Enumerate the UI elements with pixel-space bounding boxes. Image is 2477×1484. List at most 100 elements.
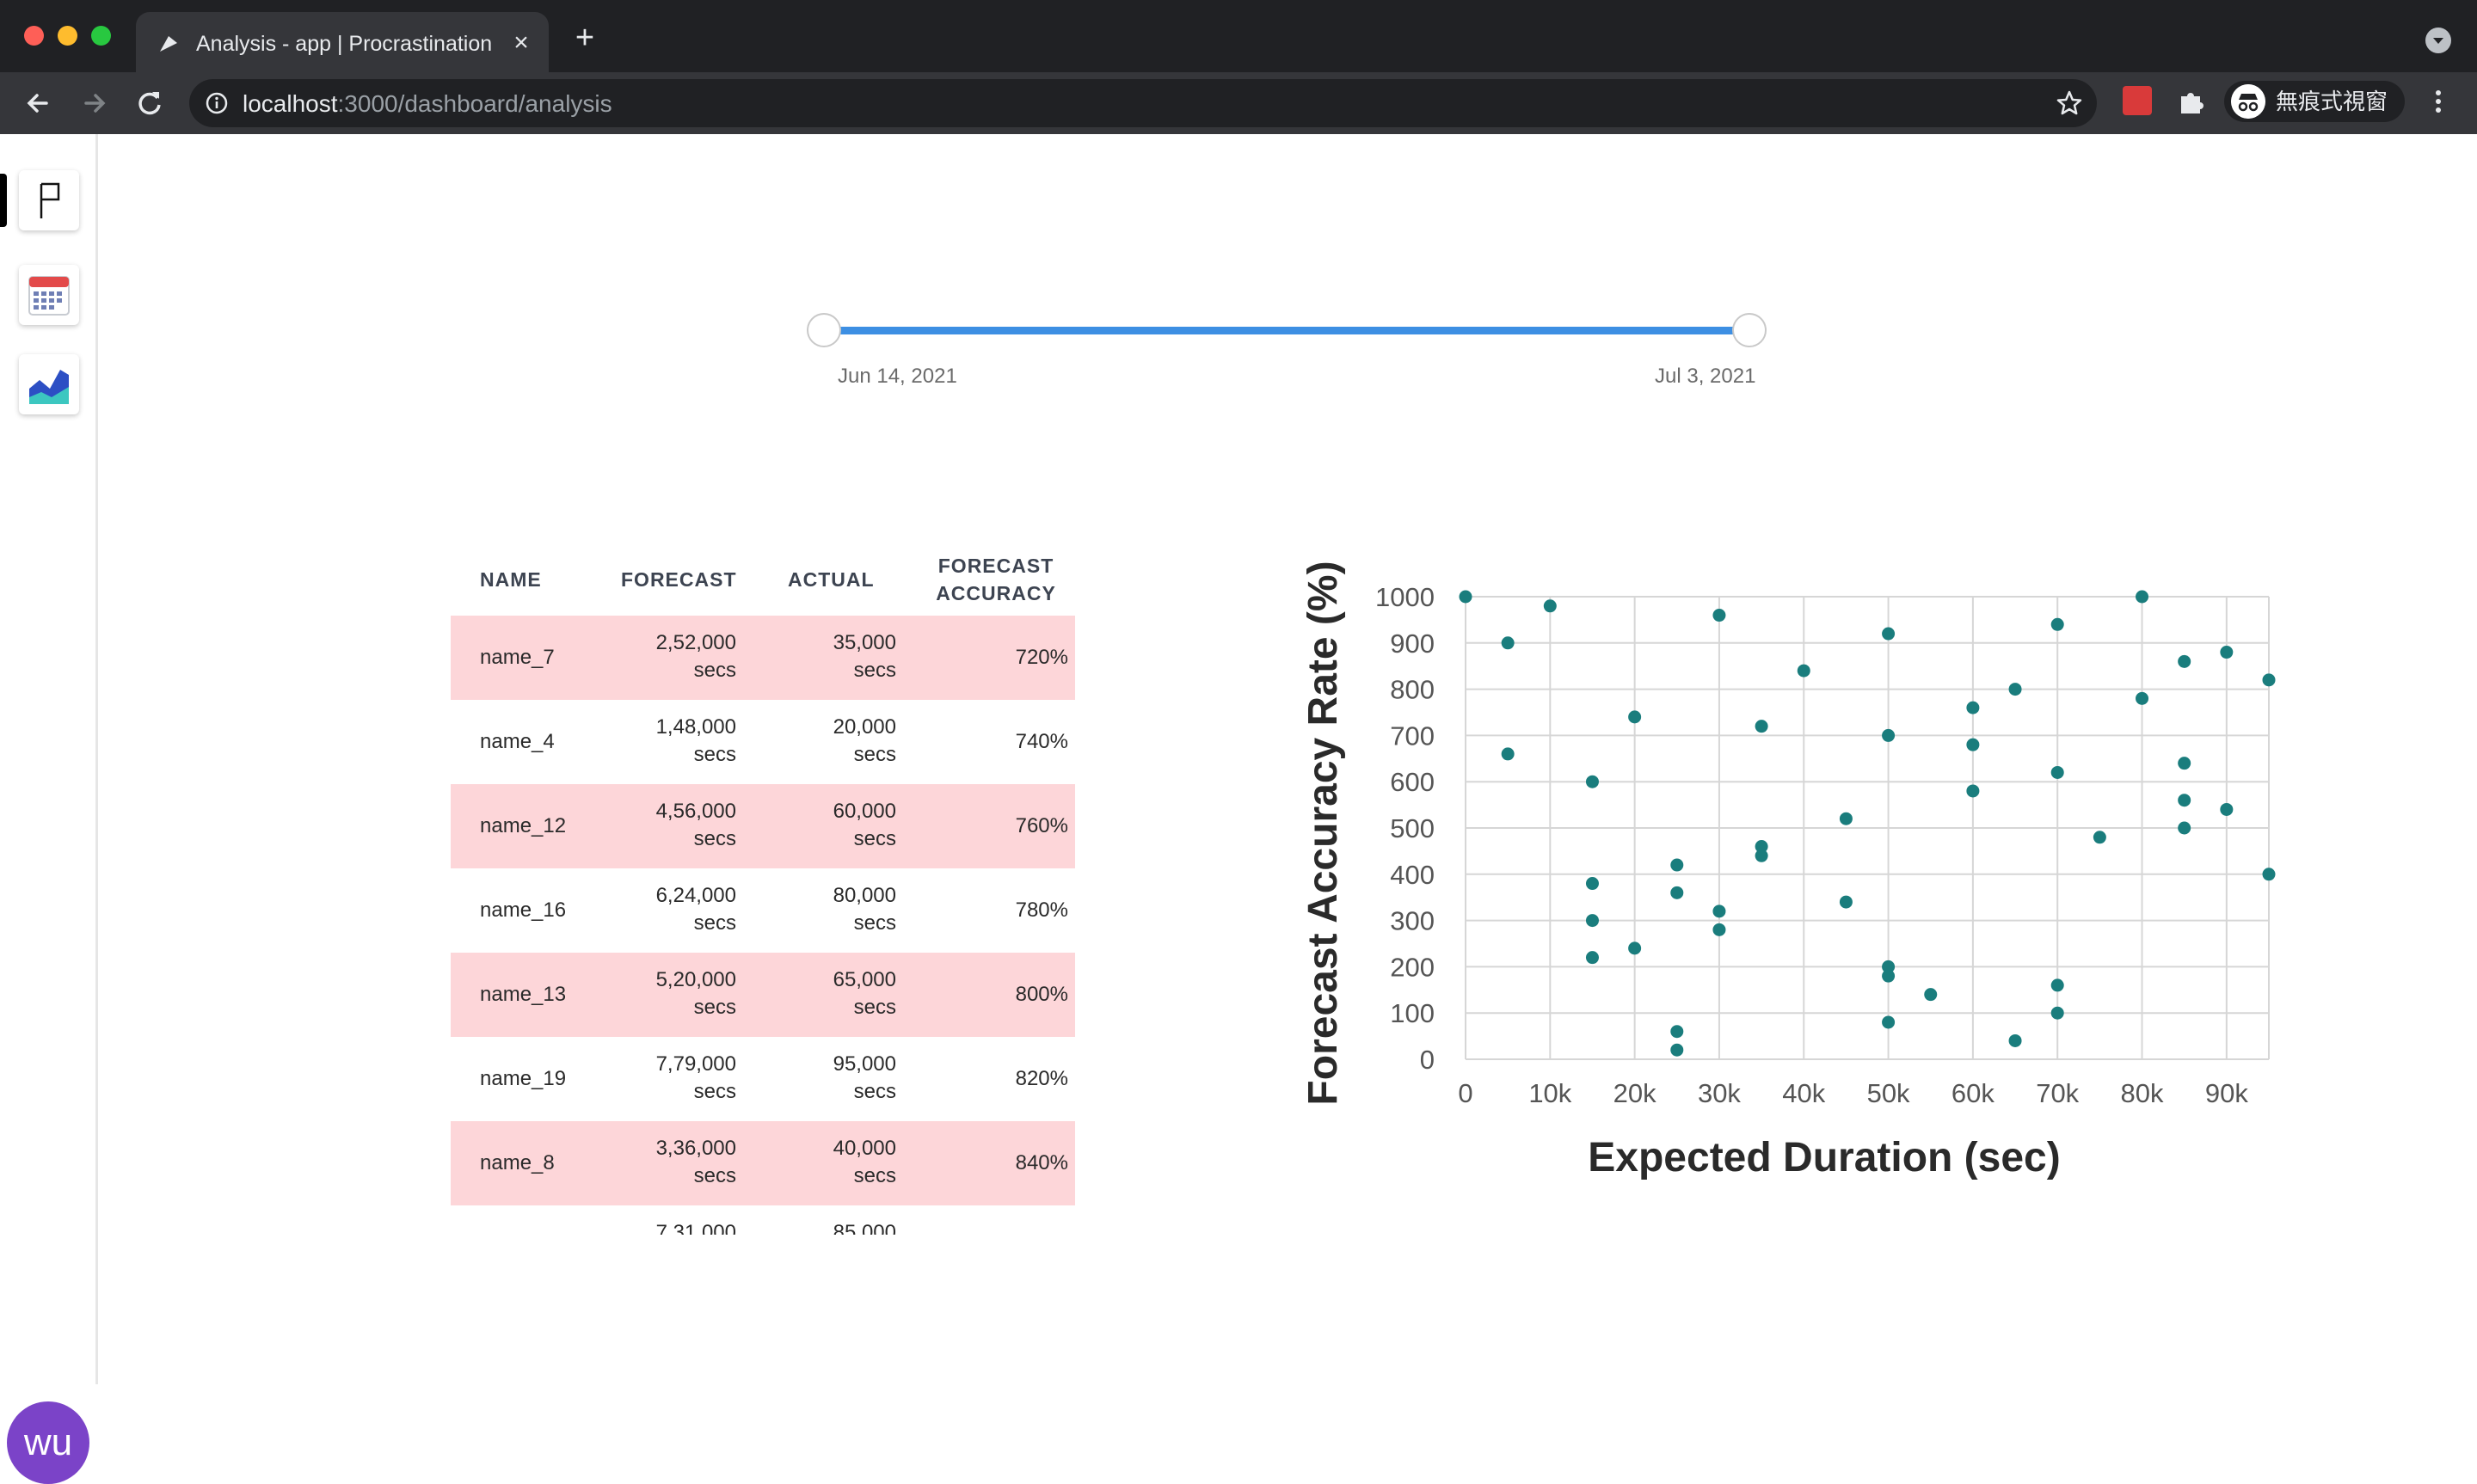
- browser-menu-icon[interactable]: [2425, 86, 2451, 117]
- active-indicator: [0, 174, 7, 227]
- reload-icon[interactable]: [131, 84, 169, 122]
- cell-accuracy: 820%: [1015, 1067, 1068, 1090]
- cell-actual: 95,000: [833, 1052, 896, 1076]
- x-tick-label: 40k: [1782, 1078, 1825, 1108]
- data-point: [2178, 794, 2191, 807]
- x-axis-label: Expected Duration (sec): [1588, 1135, 2060, 1180]
- cell-name: name_8: [480, 1151, 555, 1174]
- browser-tab[interactable]: Analysis - app | Procrastination ×: [136, 12, 549, 72]
- cell-actual-unit: secs: [853, 659, 896, 682]
- date-range-end-label: Jul 3, 2021: [1655, 365, 1756, 388]
- cell-accuracy: 840%: [1015, 1151, 1068, 1174]
- tab-search-icon[interactable]: [2425, 28, 2451, 53]
- data-point: [1712, 905, 1726, 918]
- date-range-start-handle[interactable]: [807, 313, 841, 347]
- cell-name: name_19: [480, 1067, 567, 1090]
- minimize-window-button[interactable]: [58, 26, 77, 46]
- maximize-window-button[interactable]: [91, 26, 111, 46]
- sidebar-item-calendar[interactable]: [19, 265, 79, 325]
- cell-actual-unit: secs: [853, 911, 896, 935]
- extension-icon[interactable]: [2123, 86, 2152, 115]
- data-point: [1882, 627, 1896, 641]
- data-point: [2178, 757, 2191, 770]
- x-tick-label: 20k: [1613, 1078, 1656, 1108]
- cell-actual: 20,000: [833, 715, 896, 739]
- data-point: [2136, 590, 2149, 604]
- flag-icon: [40, 182, 60, 218]
- data-point: [1585, 951, 1599, 965]
- date-range-track[interactable]: [824, 327, 1749, 334]
- data-point: [1585, 877, 1599, 891]
- data-point: [1628, 710, 1642, 724]
- data-point: [2220, 802, 2234, 816]
- tab-close-icon[interactable]: ×: [506, 28, 537, 58]
- cell-name: name_12: [480, 814, 567, 837]
- incognito-badge[interactable]: 無痕式視窗: [2224, 81, 2405, 122]
- data-point: [1712, 923, 1726, 936]
- y-tick-label: 0: [1420, 1045, 1435, 1075]
- column-header-forecast[interactable]: FORECAST: [621, 566, 737, 593]
- table-row[interactable]: 7,31,000 85,000: [451, 1205, 1075, 1235]
- sidebar-item-tasks[interactable]: [19, 170, 79, 230]
- url-text: localhost:3000/dashboard/analysis: [243, 89, 612, 119]
- x-tick-label: 90k: [2205, 1078, 2248, 1108]
- address-bar[interactable]: localhost:3000/dashboard/analysis: [189, 79, 2097, 127]
- browser-tab-bar: Analysis - app | Procrastination × +: [0, 0, 2477, 72]
- y-tick-label: 600: [1390, 767, 1435, 797]
- data-point: [1966, 701, 1980, 714]
- data-point: [2050, 978, 2064, 992]
- close-window-button[interactable]: [24, 26, 44, 46]
- extensions-puzzle-icon[interactable]: [2176, 86, 2207, 117]
- column-header-name[interactable]: NAME: [480, 566, 542, 593]
- table-row[interactable]: name_8 3,36,000 secs 40,000 secs 840%: [451, 1121, 1075, 1205]
- date-range-end-handle[interactable]: [1732, 313, 1767, 347]
- table-row[interactable]: name_19 7,79,000 secs 95,000 secs 820%: [451, 1037, 1075, 1121]
- cell-actual-unit: secs: [853, 827, 896, 850]
- back-arrow-icon[interactable]: [19, 84, 57, 122]
- cell-forecast: 5,20,000: [655, 968, 736, 991]
- cell-name: name_7: [480, 646, 555, 669]
- column-header-actual[interactable]: ACTUAL: [788, 566, 875, 593]
- x-tick-label: 0: [1458, 1078, 1472, 1108]
- table-row[interactable]: name_16 6,24,000 secs 80,000 secs 780%: [451, 868, 1075, 953]
- cell-forecast-unit: secs: [693, 1080, 736, 1103]
- data-point: [1501, 747, 1515, 761]
- data-point: [2136, 691, 2149, 705]
- site-info-icon[interactable]: [205, 91, 229, 115]
- data-point: [1882, 969, 1896, 983]
- cell-forecast-unit: secs: [693, 1164, 736, 1187]
- data-point: [1882, 1015, 1896, 1029]
- column-header-accuracy[interactable]: FORECAST ACCURACY: [936, 552, 1056, 607]
- new-tab-button[interactable]: +: [568, 21, 602, 55]
- area-chart-icon: [29, 370, 69, 404]
- table-row[interactable]: name_4 1,48,000 secs 20,000 secs 740%: [451, 700, 1075, 784]
- data-point: [2178, 821, 2191, 835]
- cell-forecast: 1,48,000: [655, 715, 736, 739]
- data-point: [1459, 590, 1472, 604]
- cell-actual: 40,000: [833, 1137, 896, 1160]
- cell-forecast: 7,79,000: [655, 1052, 736, 1076]
- forward-arrow-icon[interactable]: [76, 84, 114, 122]
- table-row[interactable]: name_13 5,20,000 secs 65,000 secs 800%: [451, 953, 1075, 1037]
- cell-accuracy: 720%: [1015, 646, 1068, 669]
- table-row[interactable]: name_12 4,56,000 secs 60,000 secs 760%: [451, 784, 1075, 868]
- bookmark-star-icon[interactable]: [2056, 89, 2083, 117]
- user-avatar[interactable]: wu: [7, 1401, 89, 1484]
- column-header-accuracy-line1: FORECAST: [937, 555, 1054, 577]
- sidebar-item-analysis[interactable]: [19, 354, 79, 414]
- cell-forecast: 7,31,000: [655, 1221, 736, 1235]
- data-point: [1882, 728, 1896, 742]
- data-point: [2050, 765, 2064, 779]
- incognito-label: 無痕式視窗: [2276, 89, 2388, 114]
- cell-forecast-unit: secs: [693, 743, 736, 766]
- cell-forecast-unit: secs: [693, 827, 736, 850]
- app-favicon-icon: [160, 36, 177, 52]
- cell-accuracy: 780%: [1015, 898, 1068, 922]
- data-point: [1839, 812, 1853, 825]
- table-row[interactable]: name_7 2,52,000 secs 35,000 secs 720%: [451, 616, 1075, 700]
- data-point: [2008, 1033, 2022, 1047]
- y-tick-label: 900: [1390, 629, 1435, 659]
- data-point: [1628, 941, 1642, 955]
- cell-actual-unit: secs: [853, 996, 896, 1019]
- cell-actual: 80,000: [833, 884, 896, 907]
